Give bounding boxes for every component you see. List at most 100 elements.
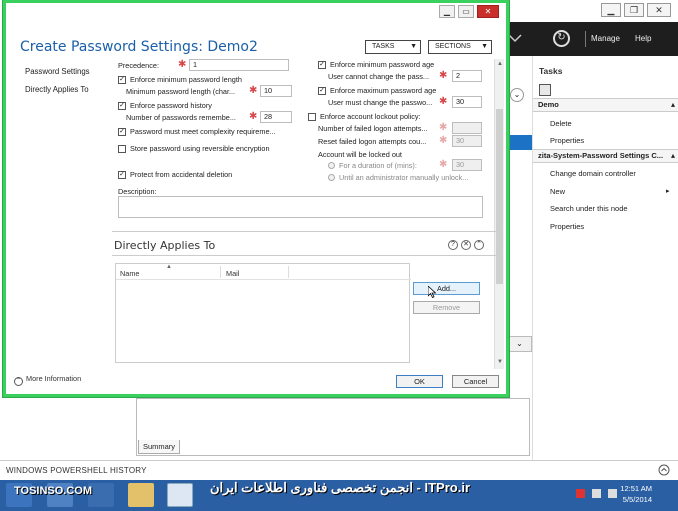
- column-mail[interactable]: Mail: [226, 269, 239, 278]
- nav-directly-applies-to[interactable]: Directly Applies To: [25, 85, 89, 94]
- chevron-down-icon[interactable]: ⌄: [507, 336, 532, 352]
- dialog-close-button[interactable]: ✕: [477, 5, 499, 18]
- help-icon[interactable]: ?: [448, 240, 458, 250]
- protect-deletion-label: Protect from accidental deletion: [130, 170, 233, 179]
- folder-icon[interactable]: [128, 483, 154, 507]
- powershell-history-label: WINDOWS POWERSHELL HISTORY: [6, 466, 147, 475]
- protect-deletion-checkbox[interactable]: ✓: [118, 171, 126, 179]
- clipboard-icon[interactable]: [539, 84, 551, 96]
- sort-icon: ▲: [166, 264, 172, 270]
- tasks-section-container[interactable]: zita-System-Password Settings C... ▴: [533, 149, 678, 163]
- max-age-input[interactable]: 30: [452, 96, 482, 108]
- manage-menu[interactable]: Manage: [591, 34, 620, 43]
- cancel-button[interactable]: Cancel: [452, 375, 499, 388]
- enforce-min-age-checkbox[interactable]: ✓: [318, 61, 326, 69]
- failed-attempts-label: Number of failed logon attempts...: [318, 124, 428, 133]
- enforce-history-label: Enforce password history: [130, 101, 212, 110]
- summary-panel: [136, 398, 530, 456]
- min-age-input[interactable]: 2: [452, 70, 482, 82]
- chevron-down-icon[interactable]: [508, 32, 522, 46]
- expand-icon[interactable]: [658, 464, 670, 478]
- required-icon: ✱: [439, 159, 448, 170]
- task-search[interactable]: Search under this node: [550, 204, 628, 213]
- adac-header: ↻ Manage Help: [505, 22, 678, 56]
- dialog-scrollbar[interactable]: ▲ ▼: [494, 59, 504, 369]
- enforce-min-age-label: Enforce minimum password age: [330, 60, 435, 69]
- scroll-up-icon[interactable]: ▲: [497, 61, 503, 67]
- precedence-input[interactable]: 1: [189, 59, 289, 71]
- sections-dropdown[interactable]: SECTIONS ▼: [428, 40, 492, 54]
- tasks-dropdown[interactable]: TASKS ▼: [365, 40, 421, 54]
- min-age-label: User cannot change the pass...: [328, 72, 430, 81]
- selected-row-highlight: [507, 135, 532, 150]
- speaker-icon[interactable]: [608, 489, 617, 498]
- min-length-input[interactable]: 10: [260, 85, 292, 97]
- grid-header: ▲ Name Mail: [116, 264, 411, 280]
- applies-to-grid[interactable]: ▲ Name Mail: [115, 263, 411, 363]
- reset-failed-label: Reset failed logon attempts cou...: [318, 137, 427, 146]
- until-admin-radio[interactable]: [328, 174, 335, 181]
- network-icon[interactable]: [592, 489, 601, 498]
- site-watermark: انجمن تخصصی فناوری اطلاعات ایران - ITPro…: [210, 480, 470, 495]
- task-new[interactable]: New ▸: [550, 187, 670, 196]
- duration-radio[interactable]: [328, 162, 335, 169]
- lockout-policy-checkbox[interactable]: [308, 113, 316, 121]
- caret-down-icon: ▼: [410, 43, 417, 50]
- task-properties-2[interactable]: Properties: [550, 222, 584, 231]
- task-change-dc[interactable]: Change domain controller: [550, 169, 636, 178]
- enforce-min-length-label: Enforce minimum password length: [130, 75, 242, 84]
- scroll-down-icon[interactable]: ▼: [497, 359, 503, 365]
- required-icon: ✱: [439, 96, 448, 107]
- caret-down-icon: ▼: [481, 43, 488, 50]
- collapse-section-icon[interactable]: ⌃: [474, 240, 484, 250]
- close-button[interactable]: ✕: [647, 3, 671, 17]
- dialog-title: Create Password Settings: Demo2: [20, 39, 258, 55]
- ok-button[interactable]: OK: [396, 375, 443, 388]
- collapse-icon[interactable]: ⌄: [510, 88, 524, 102]
- required-icon: ✱: [439, 70, 448, 81]
- enforce-max-age-checkbox[interactable]: ✓: [318, 87, 326, 95]
- failed-attempts-input[interactable]: [452, 122, 482, 134]
- mouse-cursor-icon: [427, 285, 437, 300]
- chevron-up-icon: ▴: [670, 151, 675, 160]
- clock-time: 12:51 AM: [620, 484, 652, 493]
- more-information-toggle[interactable]: ⌃ More Information: [14, 374, 81, 386]
- adac-taskbar-icon[interactable]: [167, 483, 193, 507]
- refresh-icon[interactable]: ↻: [553, 30, 570, 47]
- minimize-button[interactable]: ▁: [601, 3, 621, 17]
- dialog-minimize-button[interactable]: ▁: [439, 5, 455, 18]
- remove-button[interactable]: Remove: [413, 301, 480, 314]
- complexity-checkbox[interactable]: ✓: [118, 128, 126, 136]
- task-delete[interactable]: Delete: [550, 119, 572, 128]
- section-divider: [112, 255, 497, 256]
- enforce-min-length-checkbox[interactable]: ✓: [118, 76, 126, 84]
- tab-summary[interactable]: Summary: [138, 440, 180, 454]
- chevron-up-icon: ▴: [670, 100, 675, 109]
- maximize-button[interactable]: ❐: [624, 3, 644, 17]
- required-icon: ✱: [249, 111, 258, 122]
- min-length-label: Minimum password length (char...: [126, 87, 236, 96]
- powershell-history-bar[interactable]: WINDOWS POWERSHELL HISTORY: [0, 460, 678, 480]
- tasks-title: Tasks: [539, 66, 563, 76]
- close-section-icon[interactable]: ✕: [461, 240, 471, 250]
- history-input[interactable]: 28: [260, 111, 292, 123]
- duration-input[interactable]: 30: [452, 159, 482, 171]
- help-menu[interactable]: Help: [635, 34, 651, 43]
- complexity-label: Password must meet complexity requireme.…: [130, 127, 276, 136]
- enforce-history-checkbox[interactable]: ✓: [118, 102, 126, 110]
- brand-watermark: TOSINSO.COM: [14, 485, 93, 497]
- add-button[interactable]: Add...: [413, 282, 480, 295]
- nav-password-settings[interactable]: Password Settings: [25, 67, 90, 76]
- task-properties[interactable]: Properties: [550, 136, 584, 145]
- reset-failed-input[interactable]: 30: [452, 135, 482, 147]
- tasks-section-demo[interactable]: Demo ▴: [533, 98, 678, 112]
- scrollbar-thumb[interactable]: [496, 109, 503, 284]
- description-label: Description:: [118, 187, 157, 196]
- flag-icon[interactable]: [576, 489, 585, 498]
- reversible-checkbox[interactable]: [118, 145, 126, 153]
- column-name[interactable]: Name: [120, 269, 139, 278]
- clock[interactable]: 12:51 AM 5/5/2014: [620, 483, 652, 505]
- dialog-maximize-button[interactable]: ▭: [458, 5, 474, 18]
- clock-date: 5/5/2014: [622, 495, 652, 504]
- description-input[interactable]: [118, 196, 483, 218]
